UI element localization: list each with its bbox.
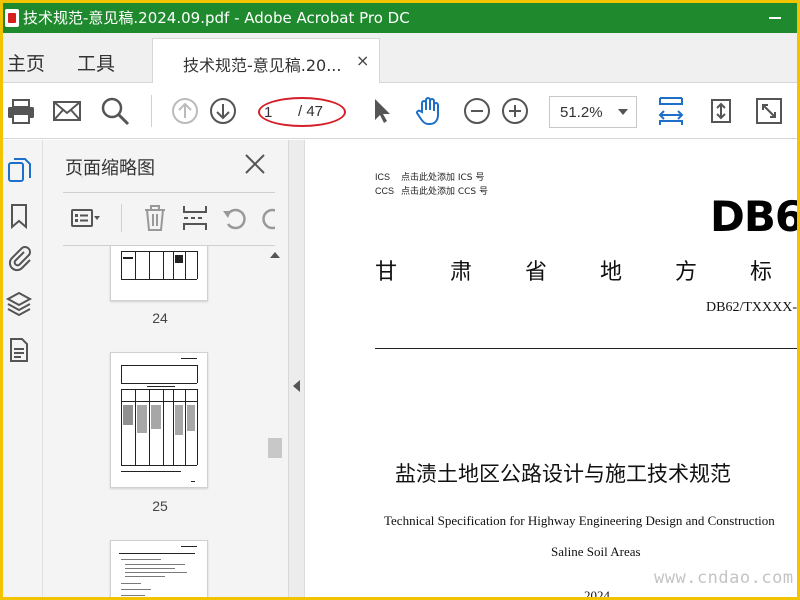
tab-tools[interactable]: 工具 <box>77 49 115 76</box>
header-rule <box>375 348 797 349</box>
toolbar-separator <box>121 204 122 232</box>
thumbnail-list: 24 25 <box>43 246 265 597</box>
ccs-placeholder[interactable]: 点击此处添加 CCS 号 <box>401 187 488 197</box>
hand-tool-icon[interactable] <box>413 95 445 127</box>
document-year: 2024 <box>584 588 610 597</box>
zoom-in-icon[interactable] <box>499 95 531 127</box>
navigation-rail <box>3 140 43 597</box>
panel-title: 页面缩略图 <box>65 158 155 179</box>
chevron-down-icon <box>618 109 628 115</box>
minimize-icon[interactable] <box>769 17 781 19</box>
tab-bar: 主页 工具 技术规范-意见稿.20... × <box>3 33 797 84</box>
page-thumbnails-panel: 页面缩略图 24 25 <box>43 140 289 597</box>
page-number-box: / 47 <box>258 97 346 127</box>
heading-char: 方 <box>675 260 698 285</box>
acrobat-app-icon <box>5 9 19 27</box>
scrollbar-thumb[interactable] <box>268 438 282 458</box>
thumbnail-page-24[interactable] <box>110 246 208 301</box>
heading-char: 地 <box>600 260 623 285</box>
thumbnail-scrollbar[interactable] <box>265 246 285 597</box>
thumbnail-label: 24 <box>152 310 168 326</box>
scroll-up-icon[interactable] <box>270 252 280 258</box>
ccs-label: CCS <box>375 186 395 196</box>
site-watermark: www.cndao.com <box>654 568 794 588</box>
ics-placeholder[interactable]: 点击此处添加 ICS 号 <box>401 173 484 183</box>
document-properties-icon[interactable] <box>5 336 33 364</box>
close-tab-icon[interactable]: × <box>356 51 369 70</box>
delete-page-icon[interactable] <box>139 202 171 234</box>
thumbnail-page-26[interactable] <box>110 540 208 597</box>
db-standard-logo: DB6 <box>710 192 797 241</box>
ics-label: ICS <box>375 172 391 182</box>
document-page: ICS 点击此处添加 ICS 号 CCS 点击此处添加 CCS 号 DB6 甘 肃 … <box>306 140 797 597</box>
english-title-line-2: Saline Soil Areas <box>551 544 641 559</box>
panel-collapse-handle[interactable] <box>289 140 305 597</box>
full-screen-icon[interactable] <box>753 95 785 127</box>
next-page-icon[interactable] <box>207 95 239 127</box>
heading-char: 甘 <box>375 260 398 285</box>
ics-row: ICS 点击此处添加 ICS 号 <box>375 170 484 183</box>
toolbar-separator <box>151 95 152 127</box>
window-title: 技术规范-意见稿.2024.09.pdf - Adobe Acrobat Pro… <box>23 9 410 27</box>
main-toolbar: / 47 51.2% <box>3 83 797 139</box>
thumbnail-toolbar <box>63 200 275 236</box>
select-cursor-icon[interactable] <box>365 95 397 127</box>
email-icon[interactable] <box>51 95 83 127</box>
red-annotation-oval <box>258 97 346 127</box>
zoom-level-value: 51.2% <box>560 104 603 121</box>
close-panel-icon[interactable] <box>243 152 267 176</box>
fit-width-icon[interactable] <box>655 95 687 127</box>
rotate-clockwise-icon[interactable] <box>257 202 275 234</box>
acrobat-window: 技术规范-意见稿.2024.09.pdf - Adobe Acrobat Pro… <box>3 3 797 597</box>
page-thumbnails-icon[interactable] <box>5 156 33 184</box>
zoom-level-dropdown[interactable]: 51.2% <box>549 96 637 128</box>
previous-page-icon[interactable] <box>169 95 201 127</box>
rotate-counterclockwise-icon[interactable] <box>219 202 251 234</box>
options-menu-icon[interactable] <box>69 202 101 234</box>
tab-home[interactable]: 主页 <box>7 49 45 76</box>
rotate-view-icon[interactable] <box>705 95 737 127</box>
thumbnail-label: 25 <box>152 498 168 514</box>
collapse-left-icon <box>293 380 300 392</box>
tab-document[interactable]: 技术规范-意见稿.20... × <box>152 38 380 84</box>
panel-divider <box>63 192 275 193</box>
attachment-icon[interactable] <box>5 244 33 272</box>
document-tab-label: 技术规范-意见稿.20... <box>183 56 342 75</box>
title-bar: 技术规范-意见稿.2024.09.pdf - Adobe Acrobat Pro… <box>3 3 797 33</box>
zoom-out-icon[interactable] <box>461 95 493 127</box>
standard-number: DB62/TXXXX- <box>706 300 797 315</box>
bookmark-icon[interactable] <box>5 202 33 230</box>
chinese-title: 盐渍土地区公路设计与施工技术规范 <box>395 462 731 486</box>
ccs-row: CCS 点击此处添加 CCS 号 <box>375 184 488 197</box>
heading-char: 省 <box>525 260 548 285</box>
thumbnail-page-25[interactable] <box>110 352 208 488</box>
heading-char: 标 <box>750 260 773 285</box>
search-icon[interactable] <box>99 95 131 127</box>
print-icon[interactable] <box>5 95 37 127</box>
heading-char: 肃 <box>450 260 473 285</box>
insert-page-icon[interactable] <box>179 202 211 234</box>
layers-icon[interactable] <box>5 290 33 318</box>
english-title-line-1: Technical Specification for Highway Engi… <box>384 513 775 528</box>
